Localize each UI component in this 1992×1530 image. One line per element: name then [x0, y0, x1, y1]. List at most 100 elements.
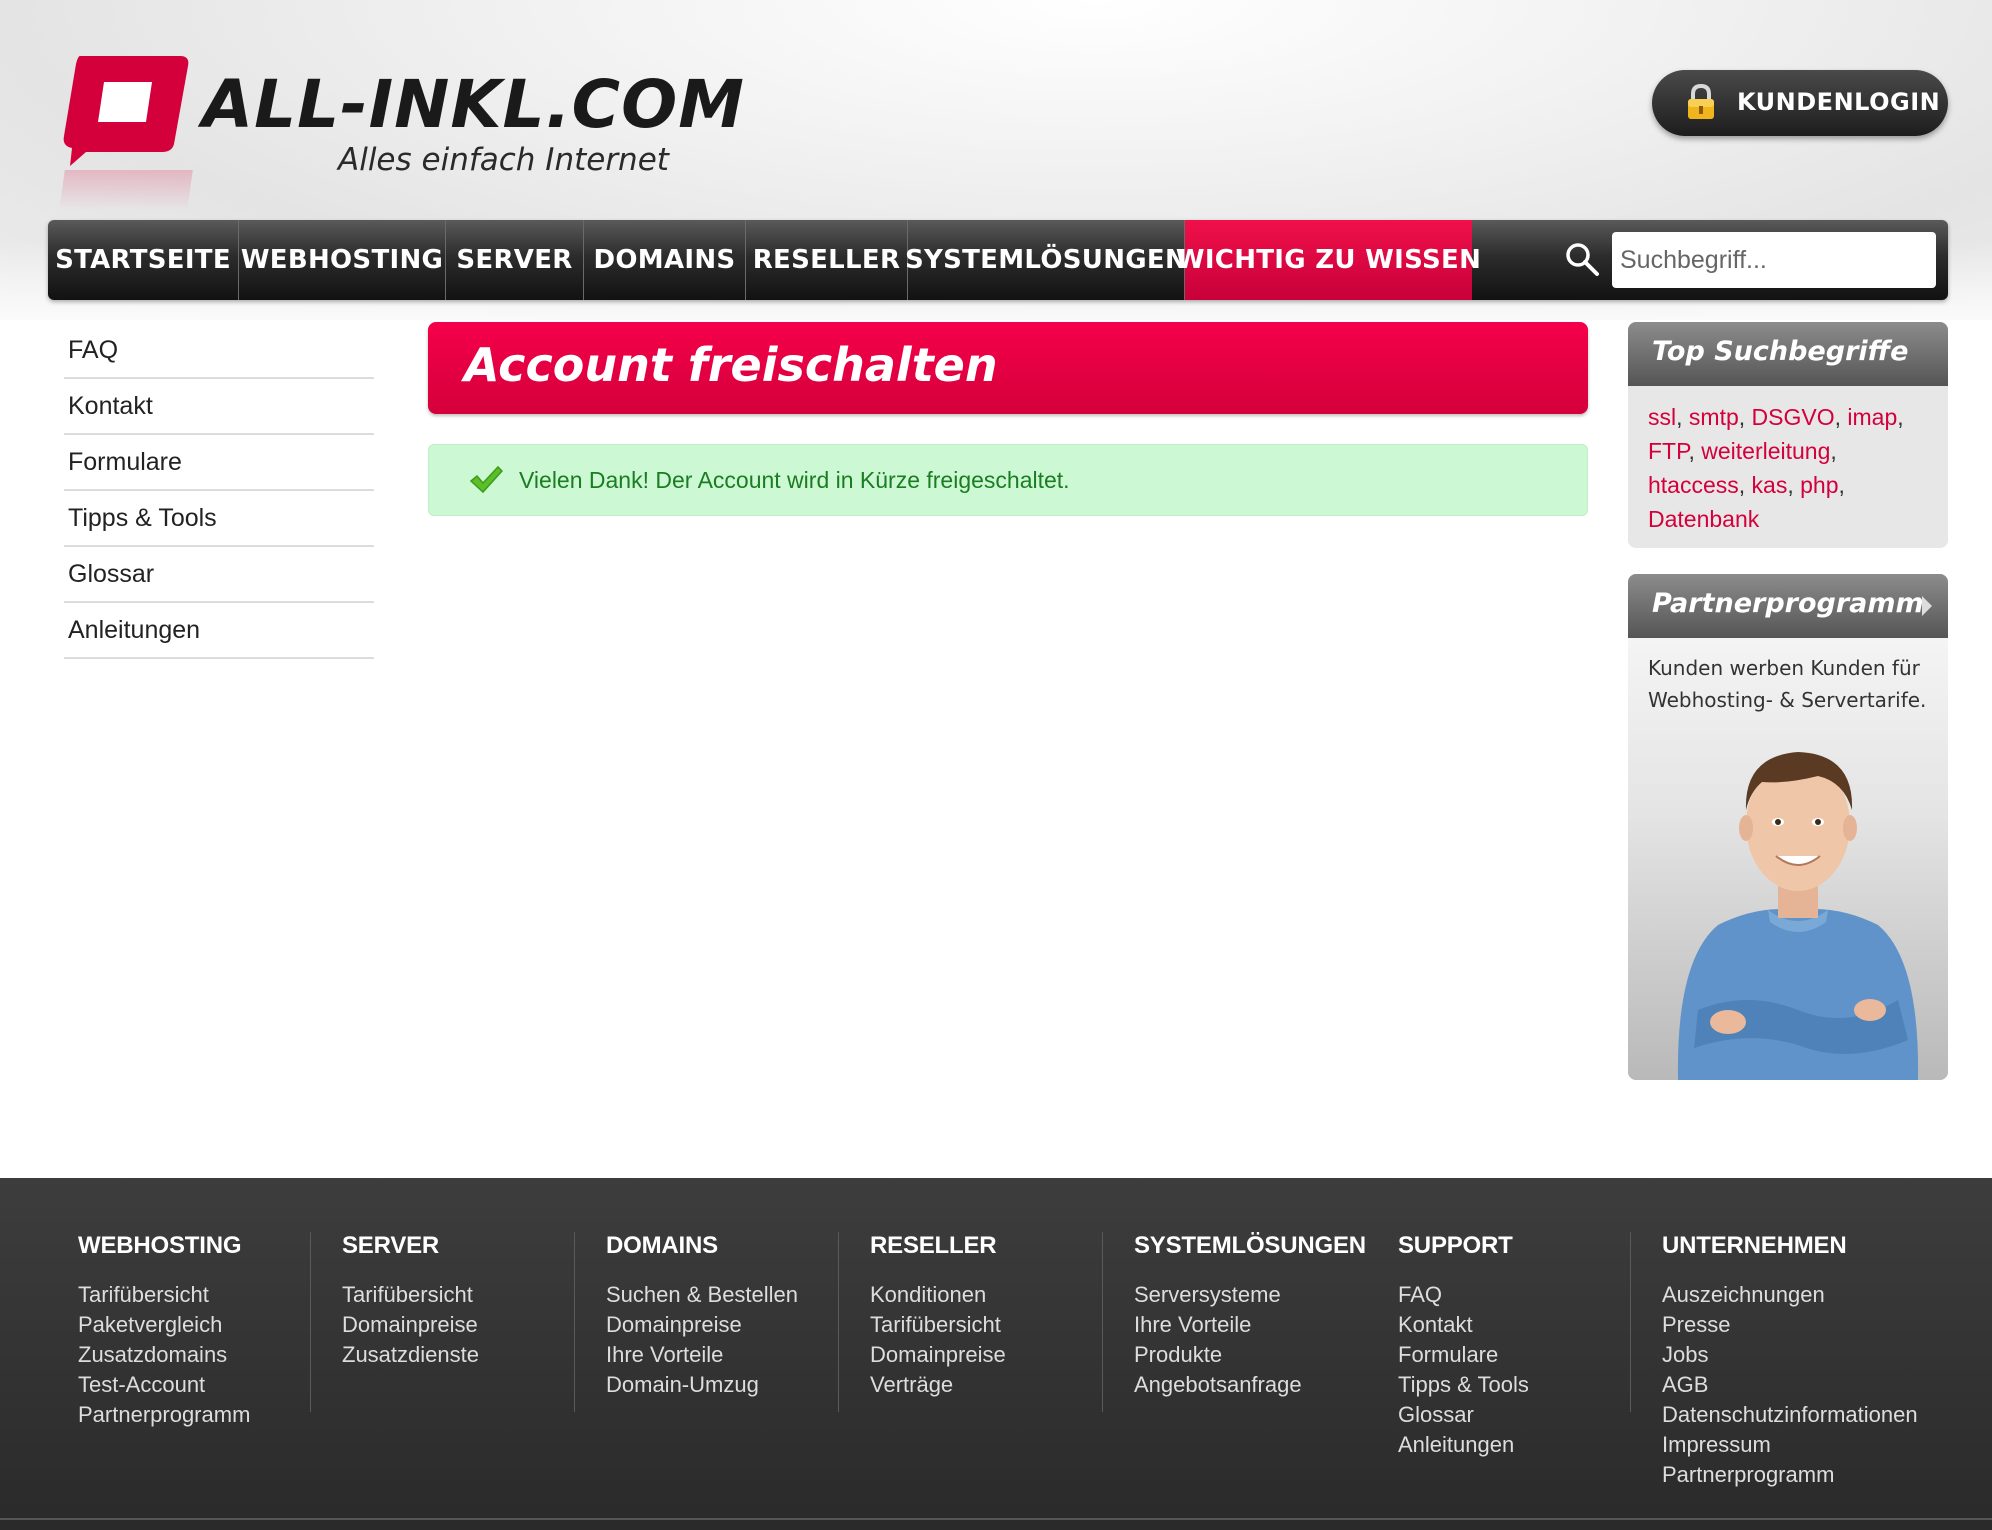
nav-item-startseite[interactable]: STARTSEITE: [48, 220, 239, 300]
nav-item-webhosting[interactable]: WEBHOSTING: [239, 220, 446, 300]
search-icon[interactable]: [1564, 241, 1600, 277]
customer-login-button[interactable]: KUNDENLOGIN: [1652, 70, 1948, 136]
footer-heading[interactable]: RESELLER: [870, 1232, 1120, 1260]
search-term-link[interactable]: weiterleitung: [1701, 438, 1830, 464]
partner-program-widget[interactable]: Partnerprogramm Kunden werben Kunden für…: [1628, 574, 1948, 1080]
footer-divider: [838, 1232, 839, 1412]
checkmark-icon: [469, 465, 503, 494]
logo-reflection: [59, 170, 193, 210]
footer-link[interactable]: Impressum: [1662, 1430, 1912, 1460]
footer-heading[interactable]: SYSTEMLÖSUNGEN: [1134, 1232, 1384, 1260]
nav-item-wichtig-zu-wissen[interactable]: WICHTIG ZU WISSEN: [1176, 220, 1481, 300]
nav-item-domains[interactable]: DOMAINS: [584, 220, 746, 300]
person-image: [1677, 752, 1919, 1080]
footer-link[interactable]: Kontakt: [1398, 1310, 1648, 1340]
footer-column-webhosting: WEBHOSTING Tarifübersicht Paketvergleich…: [78, 1232, 328, 1430]
footer-link[interactable]: Glossar: [1398, 1400, 1648, 1430]
footer-column-systemloesungen: SYSTEMLÖSUNGEN Serversysteme Ihre Vortei…: [1134, 1232, 1384, 1400]
search-term-link[interactable]: FTP: [1648, 438, 1688, 464]
footer-divider: [310, 1232, 311, 1412]
success-message-box: Vielen Dank! Der Account wird in Kürze f…: [428, 444, 1588, 516]
footer-link[interactable]: FAQ: [1398, 1280, 1648, 1310]
footer-link[interactable]: Tarifübersicht: [870, 1310, 1120, 1340]
footer-link[interactable]: Partnerprogramm: [78, 1400, 328, 1430]
footer-link[interactable]: Ihre Vorteile: [606, 1340, 856, 1370]
footer-column-reseller: RESELLER Konditionen Tarifübersicht Doma…: [870, 1232, 1120, 1400]
footer-heading[interactable]: UNTERNEHMEN: [1662, 1232, 1912, 1260]
footer-column-server: SERVER Tarifübersicht Domainpreise Zusat…: [342, 1232, 592, 1370]
footer-link[interactable]: Datenschutzinformationen: [1662, 1400, 1918, 1430]
footer-divider: [574, 1232, 575, 1412]
top-search-terms-header: Top Suchbegriffe: [1628, 322, 1948, 386]
footer-column-unternehmen: UNTERNEHMEN Auszeichnungen Presse Jobs A…: [1662, 1232, 1918, 1490]
footer-link[interactable]: AGB: [1662, 1370, 1912, 1400]
footer-heading[interactable]: DOMAINS: [606, 1232, 856, 1260]
logo-tagline: Alles einfach Internet: [338, 142, 669, 178]
footer-link[interactable]: Paketvergleich: [78, 1310, 328, 1340]
footer-link[interactable]: Produkte: [1134, 1340, 1384, 1370]
footer-link[interactable]: Tarifübersicht: [342, 1280, 592, 1310]
arrow-right-icon: [1922, 596, 1932, 616]
footer-link[interactable]: Ihre Vorteile: [1134, 1310, 1384, 1340]
search-term-link[interactable]: Datenbank: [1648, 506, 1759, 532]
footer-link[interactable]: Domain-Umzug: [606, 1370, 856, 1400]
success-message-text: Vielen Dank! Der Account wird in Kürze f…: [519, 467, 1070, 493]
footer-link[interactable]: Jobs: [1662, 1340, 1912, 1370]
footer-column-support: SUPPORT FAQ Kontakt Formulare Tipps & To…: [1398, 1232, 1648, 1460]
sidebar-item-formulare[interactable]: Formulare: [64, 435, 374, 491]
footer-link[interactable]: Presse: [1662, 1310, 1912, 1340]
search-term-link[interactable]: smtp: [1689, 404, 1739, 430]
nav-item-systemloesungen[interactable]: SYSTEMLÖSUNGEN: [905, 220, 1187, 300]
partner-program-header[interactable]: Partnerprogramm: [1628, 574, 1948, 638]
partner-program-title: Partnerprogramm: [1652, 588, 1924, 619]
search-input[interactable]: [1612, 232, 1936, 288]
footer-link[interactable]: Suchen & Bestellen: [606, 1280, 856, 1310]
sidebar-item-glossar[interactable]: Glossar: [64, 547, 374, 603]
footer-link[interactable]: Zusatzdomains: [78, 1340, 328, 1370]
sidebar-item-tipps-tools[interactable]: Tipps & Tools: [64, 491, 374, 547]
footer-link[interactable]: Verträge: [870, 1370, 1120, 1400]
search-term-link[interactable]: php: [1800, 472, 1838, 498]
footer-column-domains: DOMAINS Suchen & Bestellen Domainpreise …: [606, 1232, 856, 1400]
search-term-link[interactable]: DSGVO: [1752, 404, 1835, 430]
footer-link[interactable]: Test-Account: [78, 1370, 328, 1400]
footer-link[interactable]: Domainpreise: [606, 1310, 856, 1340]
sidebar-item-faq[interactable]: FAQ: [64, 323, 374, 379]
customer-login-label: KUNDENLOGIN: [1737, 88, 1941, 116]
search-term-link[interactable]: imap: [1847, 404, 1897, 430]
footer-link[interactable]: Zusatzdienste: [342, 1340, 592, 1370]
sidebar-nav: FAQ Kontakt Formulare Tipps & Tools Glos…: [64, 323, 374, 659]
sidebar-item-anleitungen[interactable]: Anleitungen: [64, 603, 374, 659]
lock-icon: [1688, 84, 1714, 119]
footer-heading[interactable]: WEBHOSTING: [78, 1232, 328, 1260]
footer-link[interactable]: Partnerprogramm: [1662, 1460, 1912, 1490]
partner-program-body: Kunden werben Kunden für Webhosting- & S…: [1628, 638, 1948, 1080]
footer-link[interactable]: Formulare: [1398, 1340, 1648, 1370]
nav-item-reseller[interactable]: RESELLER: [746, 220, 908, 300]
search-term-link[interactable]: kas: [1752, 472, 1788, 498]
top-search-terms-title: Top Suchbegriffe: [1652, 336, 1909, 367]
page-title-bar: Account freischalten: [428, 322, 1588, 414]
site-logo[interactable]: ALL-INKL.COM Alles einfach Internet: [59, 52, 744, 210]
footer-link[interactable]: Serversysteme: [1134, 1280, 1384, 1310]
footer-link[interactable]: Tipps & Tools: [1398, 1370, 1648, 1400]
footer-link[interactable]: Angebotsanfrage: [1134, 1370, 1384, 1400]
footer-heading[interactable]: SUPPORT: [1398, 1232, 1648, 1260]
partner-program-text: Kunden werben Kunden für Webhosting- & S…: [1648, 656, 1927, 712]
footer-divider: [1102, 1232, 1103, 1412]
search-term-link[interactable]: htaccess: [1648, 472, 1739, 498]
footer-link[interactable]: Konditionen: [870, 1280, 1120, 1310]
footer-link[interactable]: Auszeichnungen: [1662, 1280, 1912, 1310]
footer-link[interactable]: Domainpreise: [342, 1310, 592, 1340]
search-term-link[interactable]: ssl: [1648, 404, 1676, 430]
footer-link[interactable]: Anleitungen: [1398, 1430, 1648, 1460]
sidebar-item-kontakt[interactable]: Kontakt: [64, 379, 374, 435]
nav-item-server[interactable]: SERVER: [446, 220, 584, 300]
top-search-terms-list: ssl, smtp, DSGVO, imap, FTP, weiterleitu…: [1648, 404, 1904, 532]
logo-text: ALL-INKL.COM: [202, 66, 745, 143]
page-title: Account freischalten: [464, 338, 998, 392]
footer-link[interactable]: Tarifübersicht: [78, 1280, 328, 1310]
footer-link[interactable]: Domainpreise: [870, 1340, 1120, 1370]
top-search-terms-widget: Top Suchbegriffe ssl, smtp, DSGVO, imap,…: [1628, 322, 1948, 548]
footer-heading[interactable]: SERVER: [342, 1232, 592, 1260]
